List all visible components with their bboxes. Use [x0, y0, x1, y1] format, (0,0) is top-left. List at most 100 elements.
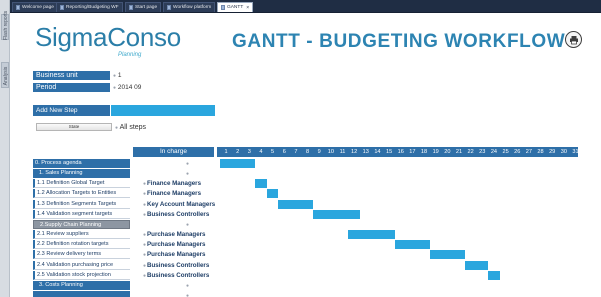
gantt-bar[interactable]: [348, 230, 395, 240]
business-unit-value[interactable]: ● 1: [113, 71, 121, 81]
logo-subtitle: Planning: [118, 52, 142, 58]
tab-bar: Welcome page Reporting/Budgeting WF Star…: [10, 0, 601, 13]
dropdown-bullet-icon: ●: [185, 282, 190, 289]
gantt-bar[interactable]: [313, 209, 360, 219]
analysis-tab[interactable]: Analysis: [1, 62, 9, 88]
day-header-16: 16: [397, 149, 404, 155]
step-label[interactable]: 1. Sales Planning: [33, 169, 130, 179]
step-label[interactable]: 1.4 Validation segment targets: [33, 209, 130, 219]
flash-reports-tab[interactable]: Flash reports: [1, 10, 9, 40]
tab-gantt[interactable]: GANTT ×: [217, 2, 254, 12]
flash-reports-label: Flash reports: [3, 10, 9, 40]
in-charge-cell[interactable]: ●Business Controllers: [143, 210, 233, 219]
in-charge-cell[interactable]: ●: [143, 281, 233, 290]
page-icon: [16, 5, 20, 10]
analysis-label: Analysis: [3, 66, 9, 86]
business-unit-label: Business unit: [33, 71, 110, 80]
in-charge-cell[interactable]: ●Business Controllers: [143, 271, 233, 280]
gantt-bar[interactable]: [394, 240, 430, 250]
day-header-7: 7: [294, 149, 298, 155]
dropdown-bullet-icon: ●: [115, 125, 119, 131]
step-label[interactable]: [33, 290, 130, 297]
dropdown-bullet-icon: ●: [143, 262, 147, 269]
dropdown-bullet-icon: ●: [143, 181, 147, 188]
left-rail: Flash reports Analysis: [0, 0, 10, 297]
dropdown-bullet-icon: ●: [143, 201, 147, 208]
in-charge-text: Finance Managers: [147, 180, 202, 188]
period-value[interactable]: ● 2014 09: [113, 83, 141, 93]
gantt-bar[interactable]: [254, 179, 267, 189]
day-header-29: 29: [549, 149, 556, 155]
day-header-15: 15: [385, 149, 393, 155]
day-header-3: 3: [247, 149, 251, 155]
add-new-step-bar[interactable]: [111, 105, 215, 116]
tab-label: Welcome page: [22, 5, 54, 10]
step-label[interactable]: 1.3 Definition Segments Targets: [33, 199, 130, 209]
step-label[interactable]: 2.1 Review suppliers: [33, 230, 130, 240]
add-new-step-button[interactable]: Add New Step: [33, 105, 110, 116]
print-button[interactable]: [565, 31, 582, 48]
step-label[interactable]: 2.3 Review delivery terms: [33, 250, 130, 260]
day-header-9: 9: [317, 149, 321, 155]
day-header-17: 17: [409, 149, 416, 155]
dropdown-bullet-icon: ●: [185, 292, 190, 297]
page-icon: [221, 5, 225, 10]
day-header-5: 5: [271, 149, 275, 155]
page-icon: [129, 5, 133, 10]
step-label[interactable]: 3. Costs Planning: [33, 280, 130, 290]
in-charge-cell[interactable]: ●Key Account Managers: [143, 200, 233, 209]
step-label[interactable]: 1.2 Allocation Targets to Entities: [33, 189, 130, 199]
in-charge-cell[interactable]: ●: [143, 169, 233, 178]
step-label[interactable]: 2.2 Definition rotation targets: [33, 240, 130, 250]
dropdown-bullet-icon: ●: [143, 272, 147, 279]
tab-start-page[interactable]: Start page: [125, 2, 162, 12]
day-header-10: 10: [327, 149, 334, 155]
in-charge-cell[interactable]: ●Purchase Managers: [143, 230, 233, 239]
state-button[interactable]: State: [36, 123, 112, 131]
in-charge-cell[interactable]: ●Finance Managers: [143, 189, 233, 198]
page-icon: [167, 5, 171, 10]
gantt-bar[interactable]: [464, 260, 488, 270]
tab-label: Workflow platform: [173, 5, 212, 10]
gantt-bar[interactable]: [278, 199, 314, 209]
gantt-bar[interactable]: [487, 270, 500, 280]
step-label[interactable]: 2.4 Validation purchasing price: [33, 260, 130, 270]
page-title: GANTT - BUDGETING WORKFLOW: [232, 31, 566, 52]
step-label[interactable]: 2.Supply Chain Planning: [33, 219, 130, 229]
day-header-1: 1: [224, 149, 228, 155]
gantt-bar[interactable]: [220, 159, 255, 168]
day-header-18: 18: [420, 149, 428, 155]
in-charge-cell[interactable]: ●: [143, 220, 233, 229]
dropdown-bullet-icon: ●: [113, 73, 117, 79]
day-header-25: 25: [502, 149, 509, 155]
gantt-bar[interactable]: [266, 189, 279, 199]
page-icon: [60, 5, 64, 10]
in-charge-cell[interactable]: ●Finance Managers: [143, 179, 233, 188]
step-label[interactable]: 2.5 Validation stock projection: [33, 270, 130, 280]
dropdown-bullet-icon: ●: [185, 171, 190, 178]
in-charge-cell[interactable]: ●Purchase Managers: [143, 250, 233, 259]
logo: SigmaConso: [35, 22, 181, 52]
print-icon: [569, 35, 578, 44]
gantt-bar[interactable]: [429, 250, 465, 260]
day-header-19: 19: [432, 149, 439, 155]
step-label[interactable]: 0. Process agenda: [33, 159, 130, 168]
in-charge-cell[interactable]: ●Business Controllers: [143, 261, 233, 270]
day-header-4: 4: [259, 149, 263, 155]
in-charge-cell[interactable]: ●: [143, 291, 233, 297]
day-header-13: 13: [362, 149, 369, 155]
period-label: Period: [33, 83, 110, 92]
tab-reporting-budgeting[interactable]: Reporting/Budgeting WF: [56, 2, 123, 12]
tab-welcome-page[interactable]: Welcome page: [12, 2, 58, 12]
in-charge-text: Purchase Managers: [147, 231, 206, 239]
tab-workflow-platform[interactable]: Workflow platform: [163, 2, 216, 12]
step-label[interactable]: 1.1 Definition Global Target: [33, 179, 130, 189]
dropdown-bullet-icon: ●: [185, 221, 190, 228]
in-charge-text: Business Controllers: [147, 261, 210, 269]
day-header-30: 30: [560, 149, 567, 155]
all-steps-filter[interactable]: ● All steps: [115, 123, 146, 133]
tab-label: Start page: [135, 5, 158, 10]
day-header-2: 2: [236, 149, 240, 155]
in-charge-cell[interactable]: ●Purchase Managers: [143, 240, 233, 249]
close-icon[interactable]: ×: [246, 5, 249, 11]
